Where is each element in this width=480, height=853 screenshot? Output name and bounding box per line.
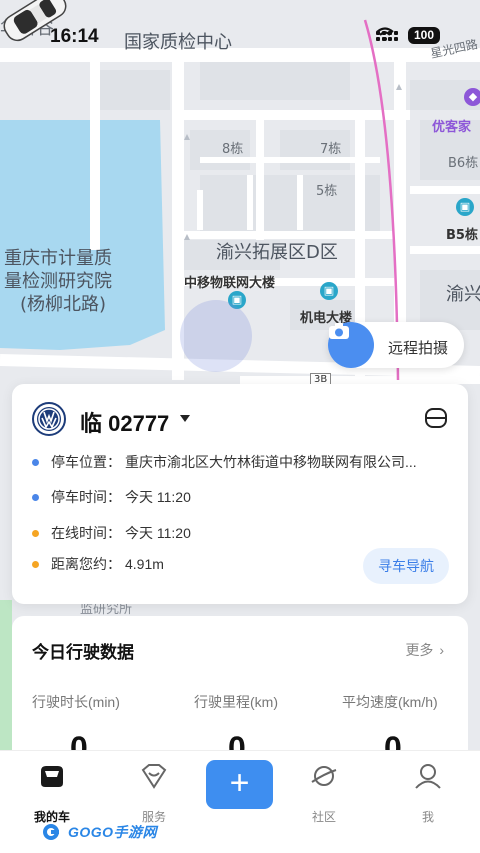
map-label-institute-3: (杨柳北路)	[20, 294, 107, 315]
map-label-b6: B6栋	[448, 156, 479, 171]
map-label-top-center: 国家质检中心	[124, 32, 232, 53]
stat-label-mileage: 行驶里程(km)	[194, 694, 278, 710]
map-label-institute-1: 重庆市计量质	[4, 248, 112, 269]
driving-data-title: 今日行驶数据	[32, 643, 134, 662]
find-car-navigation-button[interactable]: 寻车导航	[363, 548, 449, 584]
camera-icon	[328, 322, 374, 368]
info-row-parking-location: 停车位置： 重庆市渝北区大竹林街道中移物联网有限公司...	[32, 452, 417, 472]
info-value: 重庆市渝北区大竹林街道中移物联网有限公司...	[125, 454, 417, 470]
map-label-district: 渝兴拓展区D区	[216, 242, 338, 263]
map-label-yu: 渝兴	[446, 284, 480, 305]
info-row-parking-time: 停车时间： 今天 11:20	[32, 487, 191, 507]
status-icons: 100	[375, 27, 440, 44]
shop-icon: ◆	[464, 88, 480, 106]
stat-label-duration: 行驶时长(min)	[32, 694, 120, 710]
stat-label-speed: 平均速度(km/h)	[342, 694, 438, 710]
wifi-icon	[376, 27, 394, 41]
driving-data-panel: 今日行驶数据 更多 › 行驶时长(min) 行驶里程(km) 平均速度(km/h…	[12, 616, 468, 766]
map-label-building-8: 8栋	[222, 142, 244, 157]
info-value: 4.91m	[125, 556, 164, 572]
building-icon: ▣	[456, 198, 474, 216]
tab-service[interactable]: 服务	[124, 761, 184, 825]
info-key: 停车时间：	[51, 489, 121, 505]
planet-icon	[311, 766, 337, 786]
chevron-right-icon: ›	[439, 642, 444, 658]
more-link[interactable]: 更多 ›	[405, 640, 444, 660]
user-icon	[415, 764, 441, 789]
dot-indicator	[32, 493, 39, 501]
remote-photo-button[interactable]: 远程拍摄	[328, 322, 464, 368]
switch-vehicle-icon[interactable]	[424, 406, 448, 430]
tab-label: 社区	[311, 810, 336, 824]
add-button[interactable]: +	[206, 760, 273, 809]
remote-photo-label: 远程拍摄	[388, 340, 449, 357]
service-icon	[141, 764, 167, 789]
building-icon: ▣	[320, 282, 338, 300]
vw-logo-icon	[32, 402, 66, 436]
map-label-building-5: 5栋	[316, 184, 338, 199]
info-row-online-time: 在线时间： 今天 11:20	[32, 523, 191, 543]
dot-indicator	[32, 560, 39, 568]
battery-indicator: 100	[407, 27, 440, 44]
info-row-distance: 距离您约： 4.91m	[32, 554, 164, 574]
gogo-logo-icon	[43, 824, 59, 840]
tab-label: 我	[421, 810, 434, 824]
status-time: 16:14	[50, 26, 99, 47]
map-label-b5: B5栋	[446, 228, 478, 243]
info-key: 距离您约：	[51, 556, 121, 572]
tab-community[interactable]: 社区	[294, 761, 354, 825]
info-key: 在线时间：	[51, 525, 121, 541]
info-value: 今天 11:20	[125, 525, 191, 541]
watermark-text: GOGO手游网	[68, 824, 158, 840]
map-label-youke: 优客家	[432, 120, 472, 135]
car-icon	[41, 766, 63, 787]
vehicle-card: 临 02777 停车位置： 重庆市渝北区大竹林街道中移物联网有限公司... 停车…	[12, 384, 468, 604]
car-location-halo	[180, 300, 252, 372]
map-label-building-7: 7栋	[320, 142, 342, 157]
dot-indicator	[32, 529, 39, 537]
tab-my-car[interactable]: 我的车	[22, 761, 82, 825]
tab-me[interactable]: 我	[398, 761, 458, 825]
info-key: 停车位置：	[51, 454, 121, 470]
watermark: GOGO手游网	[42, 822, 157, 842]
more-label: 更多	[405, 642, 434, 658]
map-label-institute-2: 量检测研究院	[4, 271, 112, 292]
map-label-cmiot: 中移物联网大楼	[184, 276, 276, 291]
vehicle-plate[interactable]: 临 02777	[80, 406, 169, 438]
dot-indicator	[32, 458, 39, 466]
chevron-down-icon[interactable]	[180, 415, 190, 422]
info-value: 今天 11:20	[125, 489, 191, 505]
